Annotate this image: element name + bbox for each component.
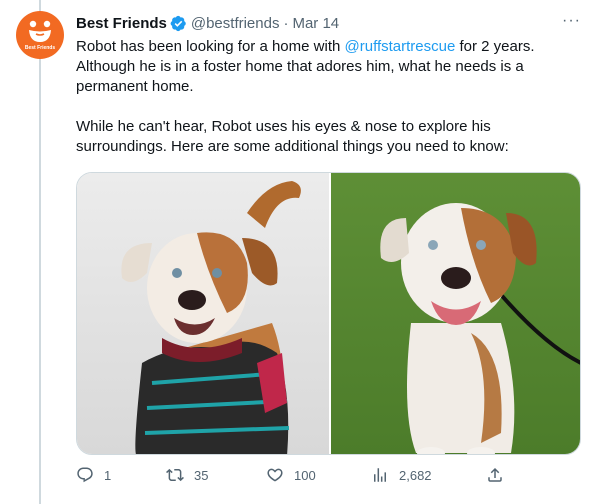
media-grid (76, 172, 581, 455)
author-handle[interactable]: @bestfriends (191, 15, 280, 32)
best-friends-logo-icon (29, 20, 51, 42)
tweet-date[interactable]: Mar 14 (292, 15, 339, 32)
photo-dog-snow[interactable] (77, 173, 331, 454)
views-count: 2,682 (399, 467, 432, 483)
photo-dog-grass[interactable] (331, 173, 580, 454)
more-icon[interactable]: ··· (562, 12, 581, 30)
reply-count: 1 (104, 467, 112, 483)
like-icon (267, 468, 283, 482)
tweet-text: Robot has been looking for a home with @… (76, 37, 576, 157)
tweet-actions: 1 35 100 2,682 (76, 466, 506, 484)
mention-link[interactable]: @ruffstartrescue (345, 38, 456, 55)
badge-check-icon (170, 15, 187, 32)
tweet: Best Friends @bestfriends · Mar 14 ··· R… (76, 12, 581, 157)
reply-icon (77, 467, 93, 483)
thread-line (39, 0, 41, 504)
like-button[interactable]: 100 (266, 466, 371, 484)
text-before-mention: Robot has been looking for a home with (76, 38, 345, 55)
views-icon (374, 468, 386, 482)
tweet-paragraph-1: Robot has been looking for a home with @… (76, 37, 576, 97)
retweet-button[interactable]: 35 (166, 466, 266, 484)
reply-button[interactable]: 1 (76, 466, 166, 484)
separator: · (283, 14, 289, 32)
retweet-icon (166, 468, 184, 482)
tweet-paragraph-2: While he can't hear, Robot uses his eyes… (76, 118, 509, 155)
avatar-text: Best Friends (24, 44, 56, 51)
author-name[interactable]: Best Friends (76, 15, 167, 32)
views-button[interactable]: 2,682 (371, 466, 486, 484)
retweet-count: 35 (194, 467, 209, 483)
share-button[interactable] (486, 466, 504, 484)
share-icon (488, 467, 502, 482)
like-count: 100 (294, 467, 316, 483)
tweet-header: Best Friends @bestfriends · Mar 14 ··· (76, 12, 581, 34)
avatar[interactable]: Best Friends (16, 11, 64, 59)
